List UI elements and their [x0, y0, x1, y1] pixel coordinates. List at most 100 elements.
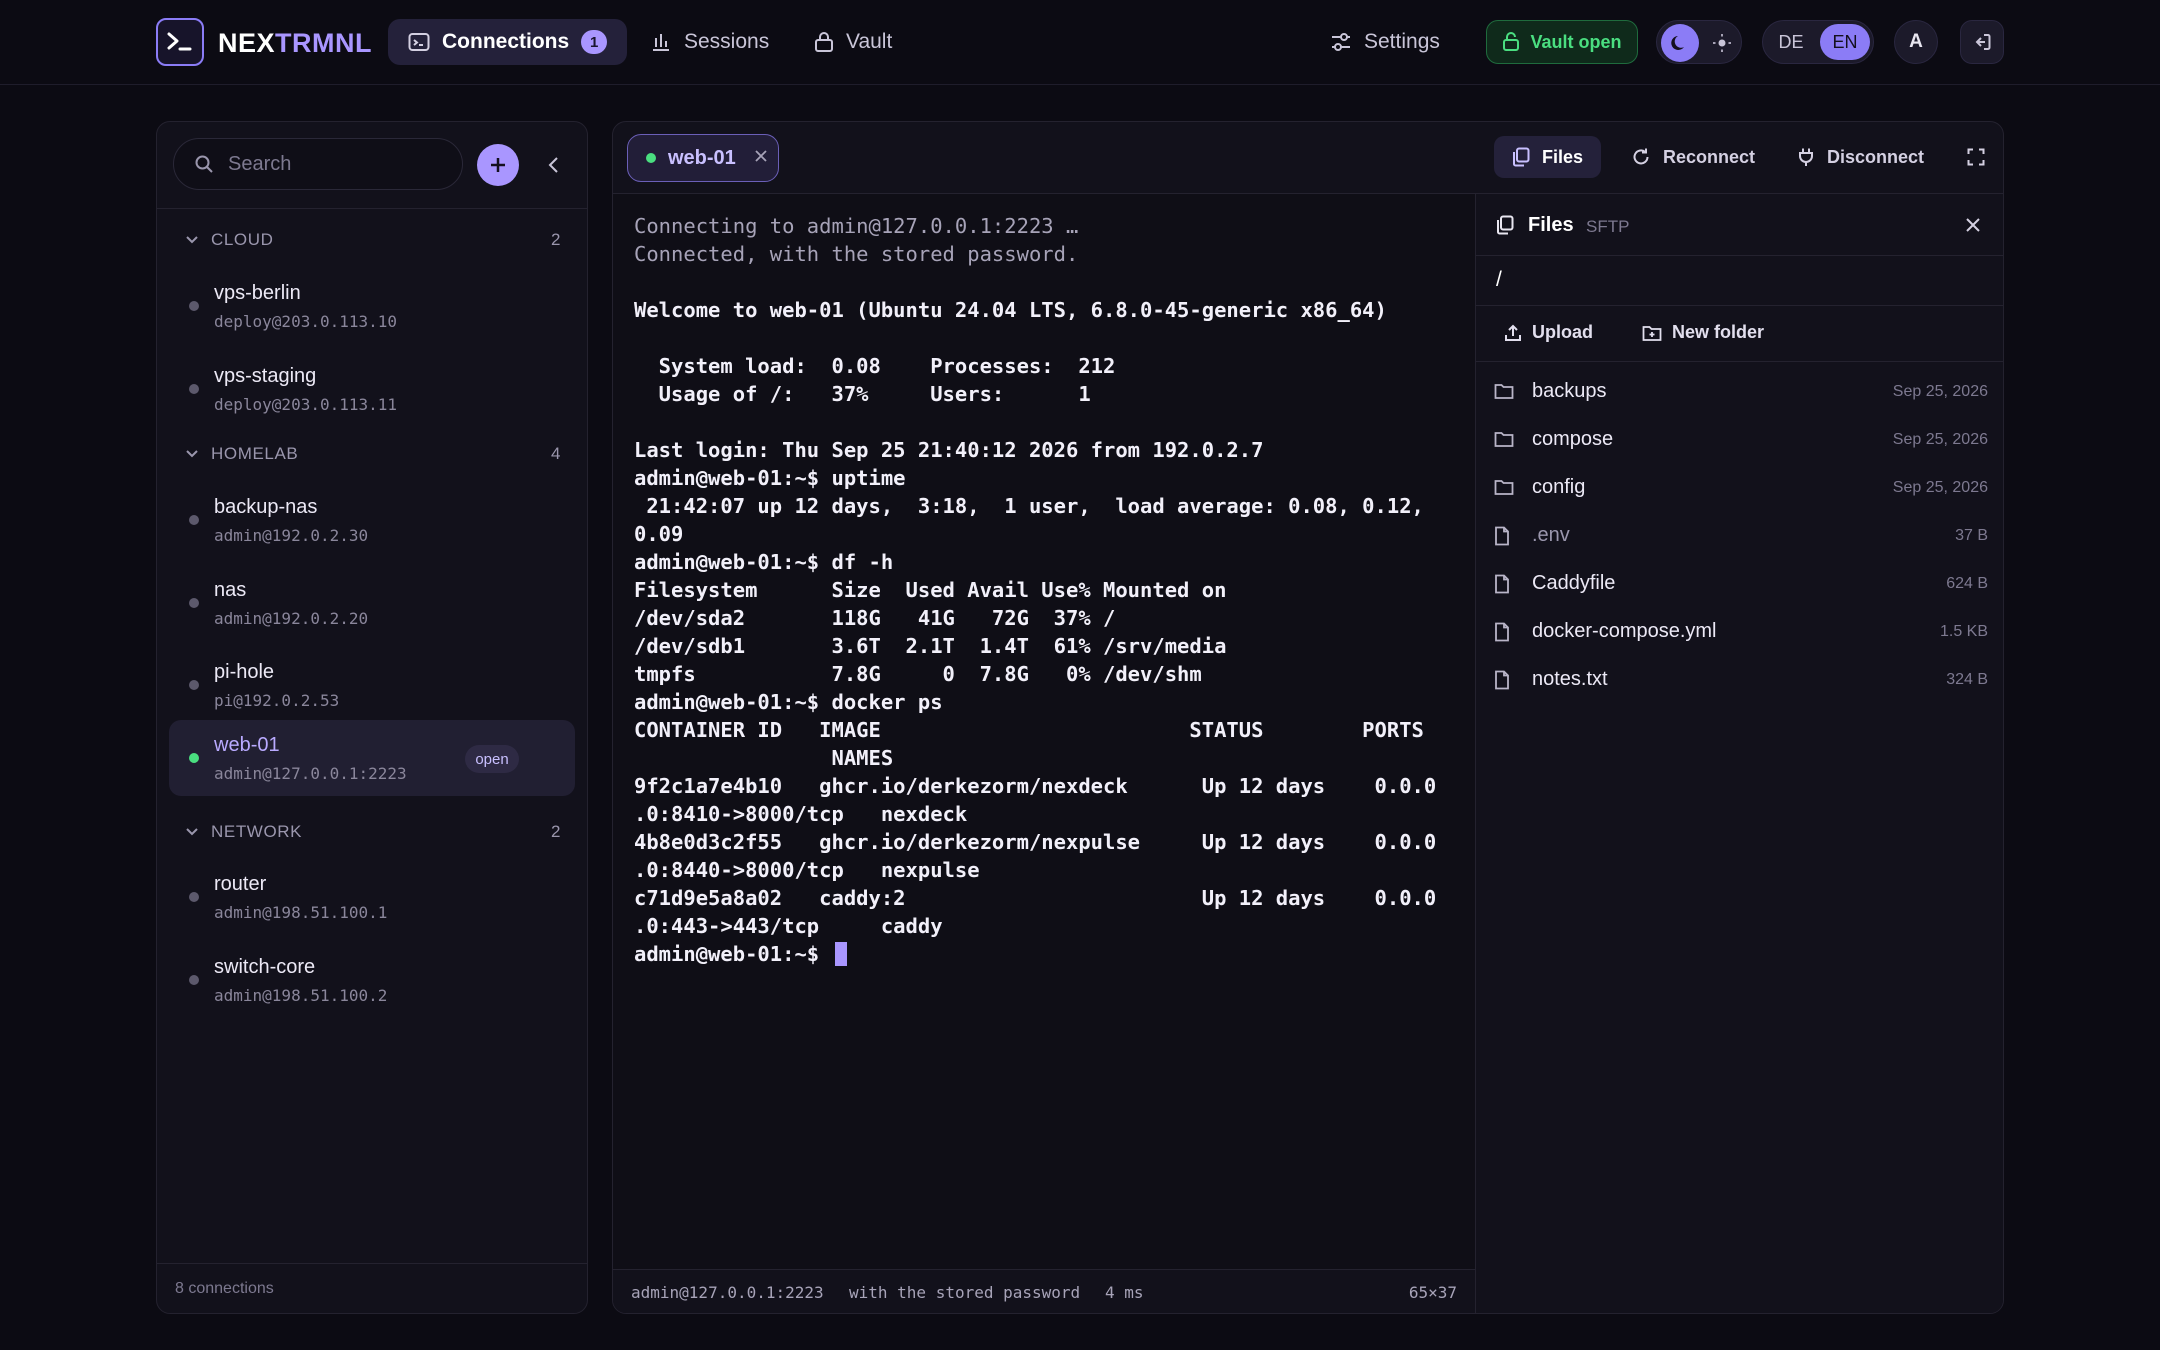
search-box[interactable] [173, 138, 463, 190]
status-dot [189, 753, 199, 763]
file-row[interactable]: Caddyfile 624 B [1476, 560, 2003, 608]
terminal-prompt-line: admin@web-01:~$ [634, 940, 1436, 968]
files-button[interactable]: Files [1494, 136, 1602, 178]
file-row[interactable]: notes.txt 324 B [1476, 656, 2003, 704]
host-item-router[interactable]: router admin@198.51.100.1 [169, 859, 575, 935]
file-date: Sep 25, 2026 [1892, 479, 1988, 496]
terminal-line: 4b8e0d3c2f55 ghcr.io/derkezorm/nexpulse … [634, 830, 1437, 854]
host-item-nas[interactable]: nas admin@192.0.2.20 [169, 565, 575, 641]
session-tab-web-01[interactable]: web-01 [627, 134, 779, 182]
close-files-button[interactable] [1960, 212, 1986, 238]
group-homelab-header[interactable]: HOMELAB 4 [185, 440, 561, 468]
nav-vault[interactable]: Vault [794, 19, 912, 65]
lang-en-option[interactable]: EN [1820, 24, 1870, 60]
vault-status-badge[interactable]: Vault open [1486, 20, 1638, 64]
terminal-line: .0:8410->8000/tcp nexdeck [634, 802, 968, 826]
current-path[interactable]: / [1476, 256, 2003, 306]
status-dot [189, 301, 199, 311]
terminal-line: admin@web-01:~$ docker ps [634, 690, 943, 714]
file-row[interactable]: docker-compose.yml 1.5 KB [1476, 608, 2003, 656]
connections-count-badge: 1 [581, 30, 608, 54]
terminal-line: System load: 0.08 Processes: 212 [634, 354, 1116, 378]
vault-status-label: Vault open [1530, 31, 1622, 52]
refresh-icon [1633, 148, 1649, 165]
close-icon [1966, 218, 1980, 232]
connections-sidebar: CLOUD 2 vps-berlin deploy@203.0.113.10 v… [156, 121, 588, 1314]
search-input[interactable] [228, 152, 428, 176]
collapse-sidebar-button[interactable] [537, 148, 571, 182]
host-item-pi-hole[interactable]: pi-hole pi@192.0.2.53 [169, 647, 575, 723]
group-count: 2 [550, 230, 561, 249]
add-connection-button[interactable] [477, 144, 519, 186]
theme-toggle[interactable] [1656, 20, 1742, 64]
session-panel: web-01 Files Reconnect Disconnect Connec… [612, 121, 2004, 1314]
reconnect-button[interactable]: Reconnect [1613, 136, 1773, 178]
file-name: .env [1532, 524, 1570, 546]
upload-label: Upload [1532, 322, 1593, 342]
folder-icon [1494, 478, 1514, 501]
group-network-header[interactable]: NETWORK 2 [185, 818, 561, 846]
status-terminal-size: 65×37 [1408, 1283, 1457, 1302]
file-name: config [1532, 476, 1586, 498]
terminal-line: admin@web-01:~$ uptime [634, 466, 906, 490]
host-item-vps-berlin[interactable]: vps-berlin deploy@203.0.113.10 [169, 268, 575, 344]
terminal-line: admin@web-01:~$ df -h [634, 550, 894, 574]
host-item-vps-staging[interactable]: vps-staging deploy@203.0.113.11 [169, 351, 575, 427]
lang-de-option[interactable]: DE [1766, 24, 1816, 60]
host-name: vps-berlin [214, 282, 301, 304]
host-name: router [214, 873, 267, 895]
status-dot [189, 680, 199, 690]
file-name: docker-compose.yml [1532, 620, 1717, 642]
new-folder-button[interactable]: New folder [1642, 322, 1764, 343]
terminal-line: Last login: Thu Sep 25 21:40:12 2026 fro… [634, 438, 1264, 462]
file-row[interactable]: .env 37 B [1476, 512, 2003, 560]
file-size: 1.5 KB [1939, 623, 1988, 640]
group-cloud-header[interactable]: CLOUD 2 [185, 226, 561, 254]
status-auth: with the stored password [849, 1283, 1081, 1302]
host-item-switch-core[interactable]: switch-core admin@198.51.100.2 [169, 942, 575, 1018]
bar-chart-icon [653, 34, 669, 51]
terminal-line: CONTAINER ID IMAGE STATUS PORTS [634, 718, 1424, 742]
chevron-left-icon [548, 157, 558, 173]
language-toggle[interactable]: DE EN [1762, 20, 1874, 64]
terminal-lines: Connecting to admin@127.0.0.1:2223 … Conn… [634, 212, 1436, 968]
terminal-output[interactable]: Connecting to admin@127.0.0.1:2223 … Conn… [613, 194, 1475, 1269]
terminal-line: .0:443->443/tcp caddy [634, 914, 943, 938]
folder-row[interactable]: compose Sep 25, 2026 [1476, 416, 2003, 464]
host-address: admin@198.51.100.1 [214, 903, 388, 922]
nav-connections[interactable]: Connections 1 [388, 19, 628, 65]
file-name: compose [1532, 428, 1614, 450]
files-icon [1497, 215, 1514, 235]
files-icon [1513, 147, 1530, 167]
host-address: admin@127.0.0.1:2223 [214, 764, 407, 783]
host-item-web-01[interactable]: web-01 admin@127.0.0.1:2223 open [169, 720, 575, 796]
logout-icon [1975, 34, 1991, 50]
host-name: web-01 [214, 734, 280, 756]
logout-button[interactable] [1960, 20, 2004, 64]
folder-row[interactable]: backups Sep 25, 2026 [1476, 368, 2003, 416]
file-date: Sep 25, 2026 [1892, 431, 1988, 448]
fullscreen-button[interactable] [1959, 140, 1993, 174]
host-item-backup-nas[interactable]: backup-nas admin@192.0.2.30 [169, 482, 575, 558]
host-name: pi-hole [214, 661, 275, 683]
sun-icon[interactable] [1703, 24, 1741, 62]
terminal-line: Connected, with the stored password. [634, 242, 1079, 266]
session-tab-label: web-01 [668, 146, 736, 169]
avatar[interactable]: A [1894, 20, 1938, 64]
terminal-line: 21:42:07 up 12 days, 3:18, 1 user, load … [634, 494, 1424, 518]
terminal-cursor [835, 942, 848, 966]
host-name: nas [214, 579, 247, 601]
upload-button[interactable]: Upload [1504, 322, 1593, 343]
folder-row[interactable]: config Sep 25, 2026 [1476, 464, 2003, 512]
disconnect-button[interactable]: Disconnect [1779, 136, 1942, 178]
files-title: Files [1528, 214, 1574, 236]
close-tab-icon[interactable] [754, 149, 768, 168]
nav-sessions[interactable]: Sessions [630, 19, 789, 65]
group-name: CLOUD [211, 230, 274, 249]
file-size: 324 B [1946, 671, 1988, 688]
moon-icon[interactable] [1661, 24, 1699, 62]
settings-button[interactable]: Settings [1310, 19, 1460, 65]
divider [157, 208, 587, 209]
terminal-line: Filesystem Size Used Avail Use% Mounted … [634, 578, 1227, 602]
group-count: 2 [550, 822, 561, 841]
